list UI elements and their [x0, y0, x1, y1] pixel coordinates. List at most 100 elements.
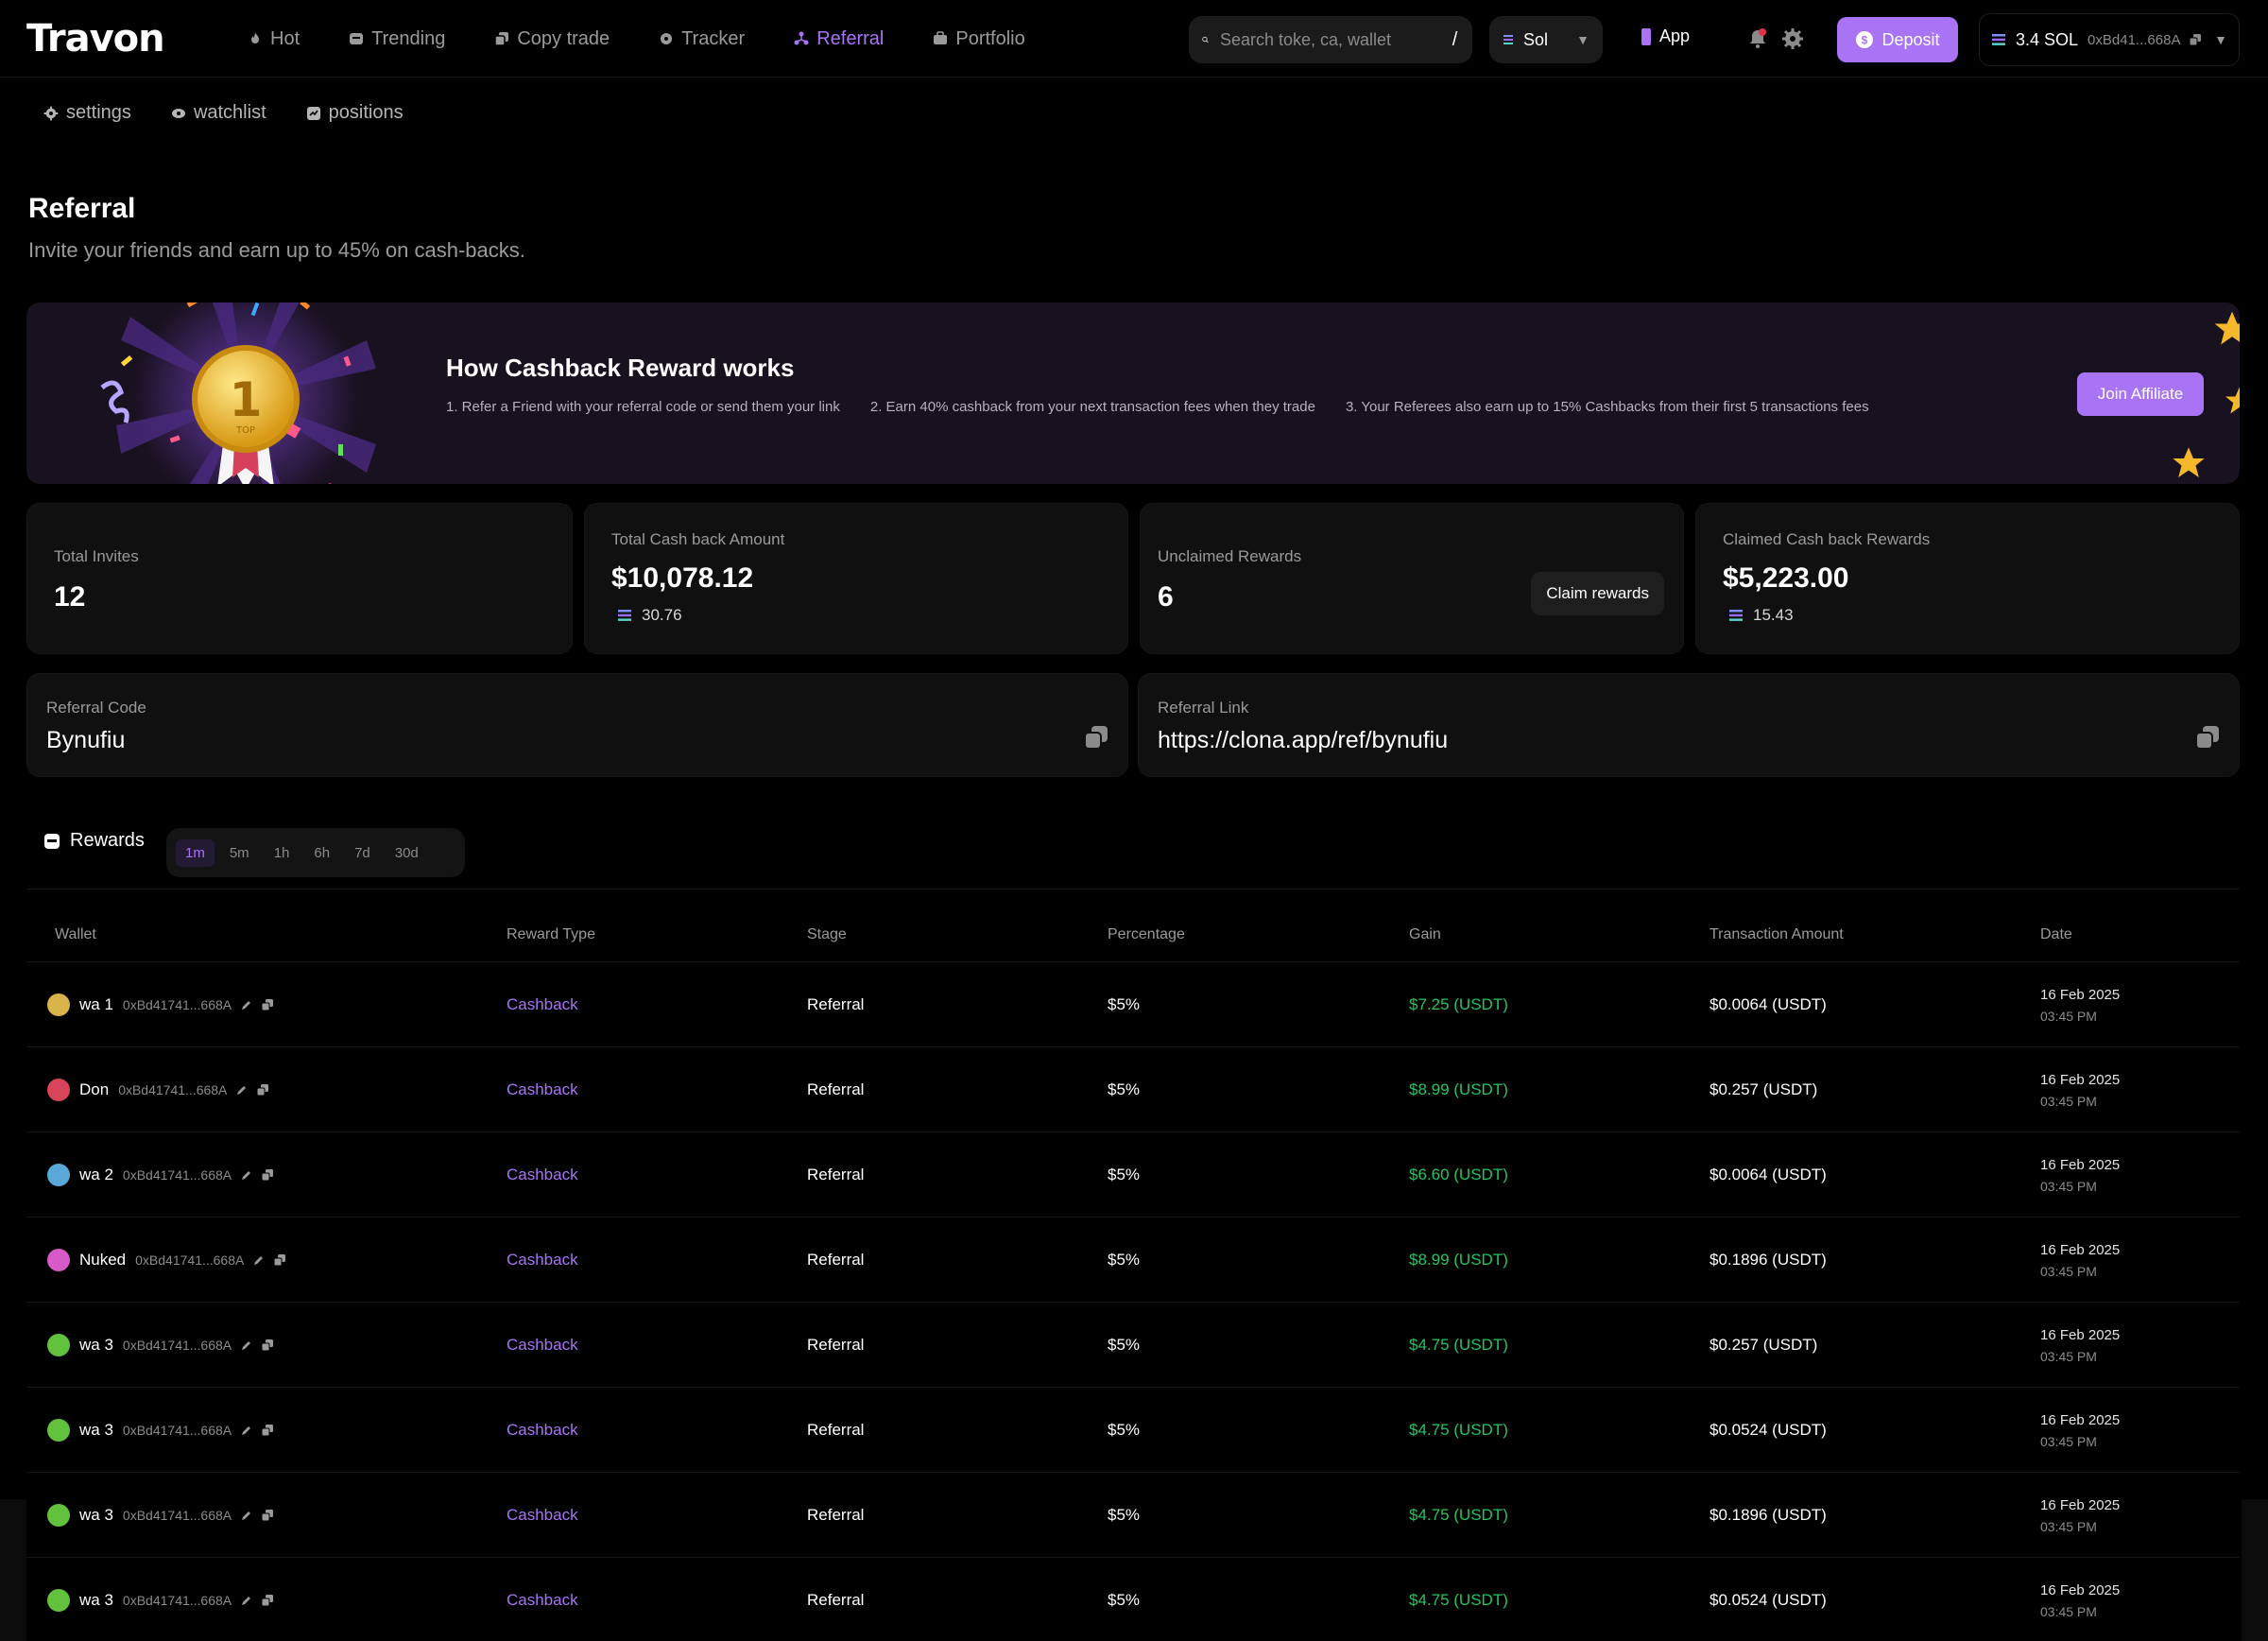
deposit-label: Deposit [1881, 29, 1940, 49]
copy-icon[interactable] [262, 1169, 274, 1181]
svg-text:$: $ [1862, 34, 1868, 47]
deposit-button[interactable]: $ Deposit [1837, 17, 1958, 62]
reward-type-link[interactable]: Cashback [507, 1218, 578, 1303]
edit-icon[interactable] [253, 1254, 265, 1266]
edit-icon[interactable] [241, 1425, 252, 1436]
timeframe-option[interactable]: 1m [176, 838, 215, 867]
subnav-label: settings [66, 102, 131, 123]
copy-icon[interactable] [274, 1254, 286, 1266]
chain-selector[interactable]: Sol ▼ [1489, 16, 1603, 63]
settings-gear-icon[interactable] [1781, 27, 1804, 55]
claim-rewards-button[interactable]: Claim rewards [1531, 572, 1664, 615]
copy-icon[interactable] [262, 1425, 274, 1436]
subnav-item-settings[interactable]: settings [43, 102, 131, 124]
gain-cell: $7.25 (USDT) [1409, 995, 1508, 1013]
column-header-transaction-amount[interactable]: Transaction Amount [1710, 926, 1844, 943]
wallet-name[interactable]: wa 3 [79, 1336, 113, 1355]
date-cell: 16 Feb 2025 03:45 PM [2040, 962, 2120, 1047]
table-row[interactable]: Don 0xBd41741...668A Cashback Referral $5% $8… [26, 1047, 2240, 1132]
copy-icon[interactable] [1084, 725, 1108, 750]
reward-type-link[interactable]: Cashback [507, 1303, 578, 1388]
timeframe-option[interactable]: 30d [386, 839, 428, 867]
table-row[interactable]: wa 3 0xBd41741...668A Cashback Referral $5% $… [26, 1473, 2240, 1558]
copy-icon[interactable] [262, 1510, 274, 1521]
copy-icon[interactable] [257, 1084, 269, 1096]
wallet-name[interactable]: Nuked [79, 1251, 126, 1270]
column-header-reward-type[interactable]: Reward Type [507, 926, 595, 943]
reward-type-link[interactable]: Cashback [507, 962, 578, 1047]
gear-icon [43, 106, 59, 120]
search-input[interactable] [1219, 29, 1439, 50]
copy-icon[interactable] [262, 1595, 274, 1606]
percentage-cell: $5% [1108, 1251, 1141, 1269]
edit-icon[interactable] [241, 1595, 252, 1606]
column-header-date[interactable]: Date [2040, 926, 2072, 943]
column-header-wallet[interactable]: Wallet [55, 926, 96, 943]
reward-type-link[interactable]: Cashback [507, 1473, 578, 1558]
copy-icon[interactable] [262, 1339, 274, 1351]
table-row[interactable]: wa 1 0xBd41741...668A Cashback Referral $5% $… [26, 962, 2240, 1047]
nav-item-hot[interactable]: Hot [248, 28, 300, 50]
wallet-selector[interactable]: 3.4 SOL 0xBd41...668A ▼ [1979, 13, 2240, 66]
reward-type-link[interactable]: Cashback [507, 1558, 578, 1641]
timeframe-option[interactable]: 6h [304, 839, 339, 867]
referral-code-label: Referral Code [46, 699, 146, 717]
wallet-cell: wa 1 0xBd41741...668A [47, 962, 274, 1047]
subnav-item-positions[interactable]: positions [306, 102, 404, 124]
edit-icon[interactable] [241, 999, 252, 1011]
table-row[interactable]: Nuked 0xBd41741...668A Cashback Referral $5%… [26, 1218, 2240, 1303]
stage-cell: Referral [807, 1080, 865, 1098]
nav-item-portfolio[interactable]: Portfolio [933, 27, 1025, 50]
phone-icon [1641, 27, 1651, 45]
reward-type-link[interactable]: Cashback [507, 1047, 578, 1132]
copy-icon[interactable] [2195, 725, 2220, 750]
notification-bell-icon[interactable] [1746, 27, 1769, 55]
table-row[interactable]: wa 2 0xBd41741...668A Cashback Referral $5% $… [26, 1132, 2240, 1218]
nav-item-label: Portfolio [955, 27, 1025, 49]
time-value: 03:45 PM [2040, 1348, 2097, 1364]
timeframe-option[interactable]: 5m [220, 839, 259, 867]
brand-logo[interactable]: Travon [26, 17, 165, 60]
portfolio-icon [934, 31, 948, 44]
nav-item-referral[interactable]: Referral [794, 28, 884, 50]
table-row[interactable]: wa 3 0xBd41741...668A Cashback Referral $5% $… [26, 1388, 2240, 1473]
stat-label: Claimed Cash back Rewards [1723, 530, 1931, 548]
table-row[interactable]: wa 3 0xBd41741...668A Cashback Referral $5% $… [26, 1558, 2240, 1641]
edit-icon[interactable] [241, 1510, 252, 1521]
stage-cell: Referral [807, 1166, 865, 1183]
referral-link-label: Referral Link [1158, 699, 1249, 717]
table-row[interactable]: wa 3 0xBd41741...668A Cashback Referral $5% $… [26, 1303, 2240, 1388]
copy-icon[interactable] [262, 999, 274, 1011]
wallet-name[interactable]: Don [79, 1080, 109, 1099]
edit-icon[interactable] [241, 1339, 252, 1351]
wallet-name[interactable]: wa 3 [79, 1506, 113, 1525]
edit-icon[interactable] [236, 1084, 248, 1096]
referral-code-value[interactable]: Bynufiu [46, 727, 125, 754]
subnav-item-watchlist[interactable]: watchlist [171, 102, 266, 124]
column-header-percentage[interactable]: Percentage [1108, 926, 1185, 943]
reward-type-link[interactable]: Cashback [507, 1388, 578, 1473]
wallet-name[interactable]: wa 3 [79, 1591, 113, 1610]
nav-item-tracker[interactable]: Tracker [659, 28, 745, 50]
edit-icon[interactable] [241, 1169, 252, 1181]
subnav-label: watchlist [193, 102, 266, 123]
main-nav: Hot Trending Copy trade Tracker Referral… [248, 0, 1025, 78]
join-affiliate-button[interactable]: Join Affiliate [2077, 372, 2204, 416]
nav-item-copy-trade[interactable]: Copy trade [494, 28, 610, 50]
copy-icon[interactable] [2190, 34, 2202, 45]
wallet-name[interactable]: wa 1 [79, 995, 113, 1014]
referral-link-value[interactable]: https://clona.app/ref/bynufiu [1158, 727, 1448, 754]
banner-step: 2. Earn 40% cashback from your next tran… [869, 399, 1315, 415]
column-header-stage[interactable]: Stage [807, 926, 847, 943]
wallet-cell: wa 3 0xBd41741...668A [47, 1303, 274, 1388]
timeframe-option[interactable]: 1h [265, 839, 300, 867]
wallet-name[interactable]: wa 2 [79, 1166, 113, 1184]
nav-item-label: Copy trade [517, 27, 610, 49]
reward-type-link[interactable]: Cashback [507, 1132, 578, 1218]
timeframe-option[interactable]: 7d [345, 839, 380, 867]
stat-card-total-invites: Total Invites 12 [26, 503, 573, 654]
nav-item-trending[interactable]: Trending [349, 28, 445, 50]
wallet-name[interactable]: wa 3 [79, 1421, 113, 1440]
app-link[interactable]: App [1641, 26, 1690, 46]
column-header-gain[interactable]: Gain [1409, 926, 1441, 943]
